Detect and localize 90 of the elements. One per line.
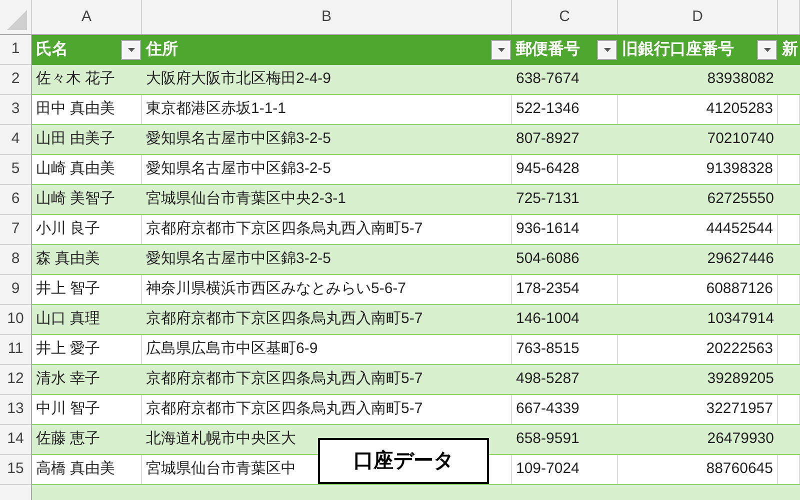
column-header[interactable]: B (321, 6, 332, 28)
table-cell-text: 神奈川県横浜市西区みなとみらい5-6-7 (146, 279, 406, 300)
row-header[interactable]: 4 (11, 128, 20, 151)
table-cell-text: 清水 幸子 (36, 369, 100, 390)
table-cell-text: 井上 愛子 (36, 339, 100, 360)
dropdown-caret-icon (128, 48, 134, 52)
table-cell-text: 京都府京都市下京区四条烏丸西入南町5-7 (146, 309, 423, 330)
dropdown-caret-icon (604, 48, 610, 52)
table-cell-text: 109-7024 (516, 459, 580, 480)
table-cell-text: 41205283 (706, 99, 773, 120)
table-cell-text: 146-1004 (516, 309, 580, 330)
table-cell-text: 井上 智子 (36, 279, 100, 300)
row-header[interactable]: 11 (8, 338, 24, 361)
table-cell-text: 32271957 (706, 399, 773, 420)
table-cell-text: 高橋 真由美 (36, 459, 116, 480)
row-header[interactable]: 2 (11, 68, 20, 91)
header-label: 郵便番号 (516, 39, 580, 60)
filter-dropdown-button[interactable] (597, 40, 617, 60)
table-cell-text: 26479930 (707, 429, 774, 450)
filter-dropdown-button[interactable] (757, 40, 777, 60)
row-header[interactable]: 1 (11, 38, 20, 61)
table-cell-text: 小川 良子 (36, 219, 100, 240)
row-header[interactable]: 7 (11, 218, 20, 241)
table-cell-text: 62725550 (707, 189, 774, 210)
table-cell-text: 北海道札幌市中央区大 (146, 429, 296, 450)
table-cell-text: 佐々木 花子 (36, 69, 116, 90)
table-cell-text: 佐藤 恵子 (36, 429, 100, 450)
table-cell-text: 88760645 (706, 459, 773, 480)
table-cell-text: 725-7131 (516, 189, 580, 210)
table-cell-text: 田中 真由美 (36, 99, 116, 120)
table-cell-text: 宮城県仙台市青葉区中 (146, 459, 296, 480)
table-cell-text: 愛知県名古屋市中区錦3-2-5 (146, 249, 332, 270)
table-cell-text: 愛知県名古屋市中区錦3-2-5 (146, 129, 332, 150)
row-header[interactable]: 14 (7, 428, 24, 451)
table-cell-text: 愛知県名古屋市中区錦3-2-5 (146, 159, 332, 180)
table-cell-text: 667-4339 (516, 399, 580, 420)
dropdown-caret-icon (498, 48, 504, 52)
dropdown-caret-icon (764, 48, 770, 52)
row-header[interactable]: 5 (11, 158, 20, 181)
row-header[interactable]: 10 (7, 308, 24, 331)
table-cell-text: 山崎 真由美 (36, 159, 116, 180)
table-cell-text: 山崎 美智子 (36, 189, 116, 210)
header-label: 住所 (146, 40, 178, 60)
column-header[interactable]: A (81, 6, 92, 28)
row-header[interactable]: 8 (11, 248, 20, 271)
table-cell-text: 70210740 (707, 129, 774, 150)
table-cell-text: 中川 智子 (36, 399, 100, 420)
table-cell-text: 178-2354 (516, 279, 580, 300)
row-header[interactable]: 3 (11, 98, 20, 121)
header-label: 氏名 (36, 39, 68, 60)
table-cell-text: 91398328 (706, 159, 773, 180)
row-header[interactable]: 13 (7, 398, 24, 421)
table-cell-text: 宮城県仙台市青葉区中央2-3-1 (146, 189, 346, 210)
table-cell-text: 638-7674 (516, 69, 580, 90)
row-header[interactable]: 15 (7, 458, 24, 481)
table-cell-text: 44452544 (706, 219, 773, 240)
header-label: 旧銀行口座番号 (622, 39, 734, 60)
table-cell-text: 広島県広島市中区基町6-9 (146, 339, 318, 360)
row-header[interactable]: 9 (11, 278, 20, 301)
filter-dropdown-button[interactable] (121, 40, 141, 60)
table-cell-text: 945-6428 (516, 159, 580, 180)
table-cell-text: 10347914 (707, 309, 774, 330)
table-cell-text: 京都府京都市下京区四条烏丸西入南町5-7 (146, 369, 423, 390)
table-cell-text: 大阪府大阪市北区梅田2-4-9 (146, 69, 332, 90)
table-cell-text: 京都府京都市下京区四条烏丸西入南町5-7 (146, 219, 423, 240)
table-cell-text: 20222563 (706, 339, 773, 360)
corner-triangle-icon (7, 10, 27, 30)
table-cell-text: 936-1614 (516, 219, 580, 240)
row-header[interactable]: 6 (11, 188, 20, 211)
table-cell-text: 807-8927 (516, 129, 580, 150)
table-cell-text: 森 真由美 (36, 249, 100, 270)
filter-dropdown-button[interactable] (491, 40, 511, 60)
table-cell-text: 山田 由美子 (36, 129, 116, 150)
table-cell-text: 東京都港区赤坂1-1-1 (146, 99, 286, 120)
table-cell-text: 39289205 (707, 369, 774, 390)
row-header[interactable]: 12 (7, 368, 24, 391)
column-header[interactable]: C (559, 6, 570, 28)
table-cell-text: 京都府京都市下京区四条烏丸西入南町5-7 (146, 399, 423, 420)
table-cell-text: 763-8515 (516, 339, 580, 360)
table-cell-text: 658-9591 (516, 429, 580, 450)
column-header[interactable]: D (692, 6, 703, 28)
table-cell-text: 83938082 (707, 69, 774, 90)
table-cell-text: 504-6086 (516, 249, 580, 270)
table-cell-text: 29627446 (707, 249, 774, 270)
table-cell-text: 498-5287 (516, 369, 580, 390)
table-cell-text: 山口 真理 (36, 309, 100, 330)
table-cell-text: 522-1346 (516, 99, 580, 120)
caption-label: 口座データ (318, 438, 489, 484)
header-label: 新 (782, 39, 798, 60)
table-cell-text: 60887126 (706, 279, 773, 300)
